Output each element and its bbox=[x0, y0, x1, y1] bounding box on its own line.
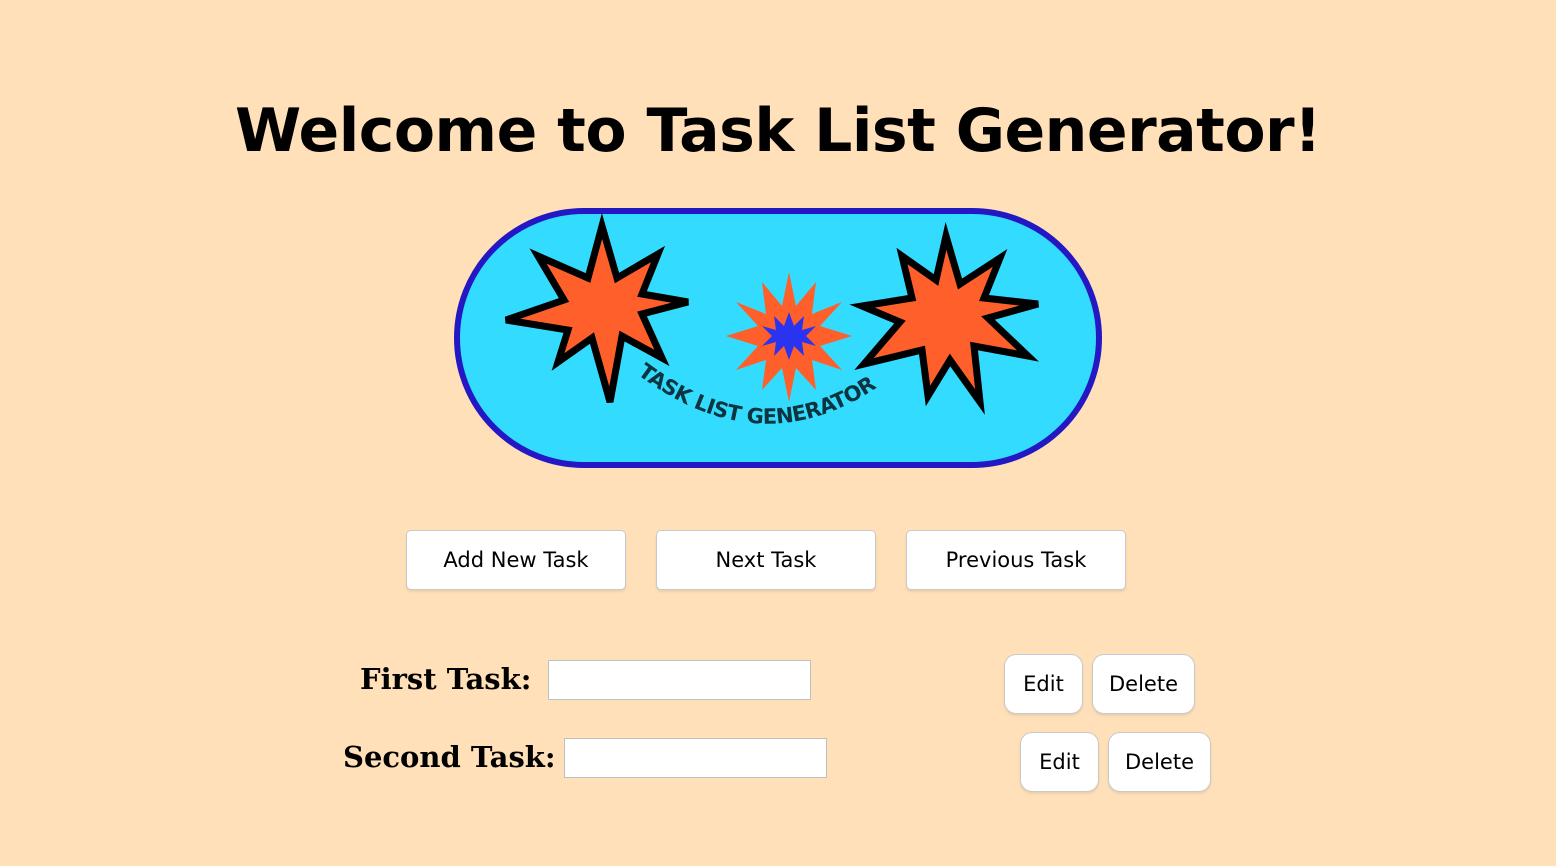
second-task-edit-button[interactable]: Edit bbox=[1020, 732, 1099, 792]
page: Welcome to Task List Generator! TASK LIS… bbox=[0, 0, 1556, 866]
first-task-input[interactable] bbox=[548, 660, 811, 700]
next-task-button[interactable]: Next Task bbox=[656, 530, 876, 590]
second-task-delete-button[interactable]: Delete bbox=[1108, 732, 1211, 792]
add-new-task-button[interactable]: Add New Task bbox=[406, 530, 626, 590]
second-task-input[interactable] bbox=[564, 738, 827, 778]
first-task-delete-button[interactable]: Delete bbox=[1092, 654, 1195, 714]
second-task-label: Second Task: bbox=[343, 740, 556, 774]
task-list-generator-logo: TASK LIST GENERATOR bbox=[454, 208, 1102, 468]
page-title: Welcome to Task List Generator! bbox=[234, 96, 1322, 166]
first-task-edit-button[interactable]: Edit bbox=[1004, 654, 1083, 714]
previous-task-button[interactable]: Previous Task bbox=[906, 530, 1126, 590]
first-task-label: First Task: bbox=[360, 662, 532, 696]
